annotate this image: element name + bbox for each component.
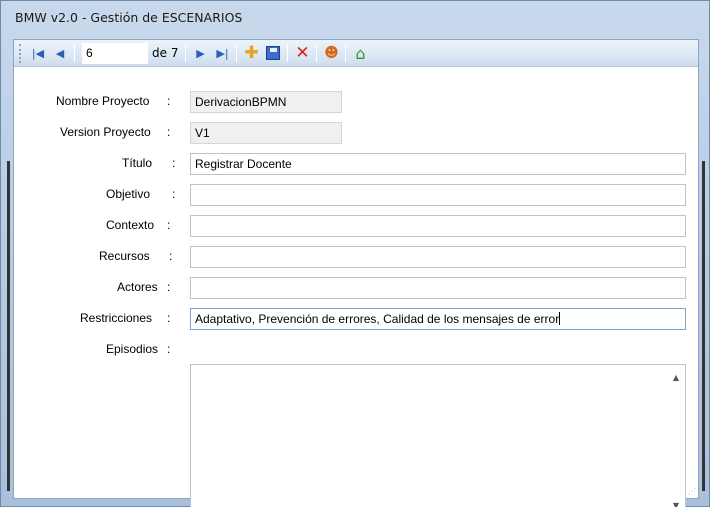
recursos-field[interactable] (190, 246, 686, 268)
colon: : (167, 311, 171, 325)
move-next-button[interactable]: ▶ (189, 42, 211, 64)
toolbar-separator (345, 44, 347, 62)
count-label: de 7 (152, 46, 179, 60)
actors-button[interactable]: ☻ (320, 42, 342, 64)
colon: : (169, 249, 173, 263)
move-last-button[interactable]: ▶| (211, 42, 233, 64)
delete-icon: ✕ (295, 43, 310, 63)
row-actores: Actores : (14, 277, 698, 299)
toolbar-separator (74, 44, 75, 62)
row-restricciones: Restricciones : Adaptativo, Prevención d… (14, 308, 698, 330)
move-next-icon: ▶ (196, 46, 205, 60)
left-edge (7, 161, 10, 491)
objetivo-label: Objetivo (106, 187, 151, 201)
right-edge (702, 161, 705, 491)
colon: : (167, 280, 171, 294)
save-button[interactable] (262, 42, 284, 64)
nombre-proyecto-field: DerivacionBPMN (190, 91, 342, 113)
position-input[interactable] (82, 42, 148, 64)
text-cursor (559, 312, 561, 325)
nombre-proyecto-label: Nombre Proyecto (56, 94, 150, 108)
row-version-proyecto: Version Proyecto : V1 (14, 122, 698, 144)
move-first-icon: |◀ (31, 46, 45, 60)
titulo-label: Título (122, 156, 153, 170)
colon: : (172, 187, 176, 201)
toolbar-separator (287, 44, 289, 62)
move-previous-icon: ◀ (55, 46, 65, 60)
row-contexto: Contexto : (14, 215, 698, 237)
colon: : (167, 342, 171, 356)
add-new-button[interactable]: ✚ (240, 42, 262, 64)
delete-button[interactable]: ✕ (291, 42, 313, 64)
binding-navigator-toolbar: |◀ ◀ de 7 ▶ ▶| ✚ ✕ (14, 40, 698, 67)
move-last-icon: ▶| (216, 46, 229, 60)
toolbar-separator (236, 44, 238, 62)
episodios-label: Episodios (106, 342, 159, 356)
colon: : (167, 218, 171, 232)
actores-field[interactable] (190, 277, 686, 299)
toolbar-grip[interactable] (19, 43, 27, 63)
row-nombre-proyecto: Nombre Proyecto : DerivacionBPMN (14, 91, 698, 113)
save-icon (266, 46, 281, 60)
restricciones-field[interactable]: Adaptativo, Prevención de errores, Calid… (190, 308, 686, 330)
actores-label: Actores (117, 280, 158, 294)
window-title: BMW v2.0 - Gestión de ESCENARIOS (15, 10, 243, 25)
episodios-textarea[interactable]: ▲ ▼ (190, 364, 686, 507)
restricciones-label: Restricciones (80, 311, 153, 325)
move-first-button[interactable]: |◀ (27, 42, 49, 64)
home-icon: ⌂ (355, 43, 366, 63)
contexto-label: Contexto (106, 218, 155, 232)
add-icon: ✚ (244, 43, 259, 63)
toolbar-separator (185, 44, 187, 62)
people-icon: ☻ (324, 45, 339, 61)
objetivo-field[interactable] (190, 184, 686, 206)
recursos-label: Recursos (99, 249, 150, 263)
form-panel: |◀ ◀ de 7 ▶ ▶| ✚ ✕ (13, 39, 699, 507)
colon: : (167, 125, 171, 139)
version-proyecto-label: Version Proyecto (60, 125, 151, 139)
app-window: BMW v2.0 - Gestión de ESCENARIOS |◀ ◀ de… (0, 0, 710, 507)
row-episodios: Episodios : (14, 339, 698, 361)
scroll-up-icon[interactable]: ▲ (673, 373, 679, 382)
row-objetivo: Objetivo : (14, 184, 698, 206)
scroll-down-icon[interactable]: ▼ (673, 501, 679, 507)
restricciones-value: Adaptativo, Prevención de errores, Calid… (195, 312, 560, 326)
contexto-field[interactable] (190, 215, 686, 237)
row-recursos: Recursos : (14, 246, 698, 268)
resize-grip-icon[interactable]: ⋰ (688, 487, 696, 496)
home-button[interactable]: ⌂ (349, 42, 371, 64)
version-proyecto-field: V1 (190, 122, 342, 144)
colon: : (167, 94, 171, 108)
colon: : (172, 156, 176, 170)
title-bar[interactable]: BMW v2.0 - Gestión de ESCENARIOS (1, 1, 709, 39)
row-titulo: Título : Registrar Docente (14, 153, 698, 175)
titulo-field[interactable]: Registrar Docente (190, 153, 686, 175)
move-previous-button[interactable]: ◀ (49, 42, 71, 64)
toolbar-separator (316, 44, 318, 62)
